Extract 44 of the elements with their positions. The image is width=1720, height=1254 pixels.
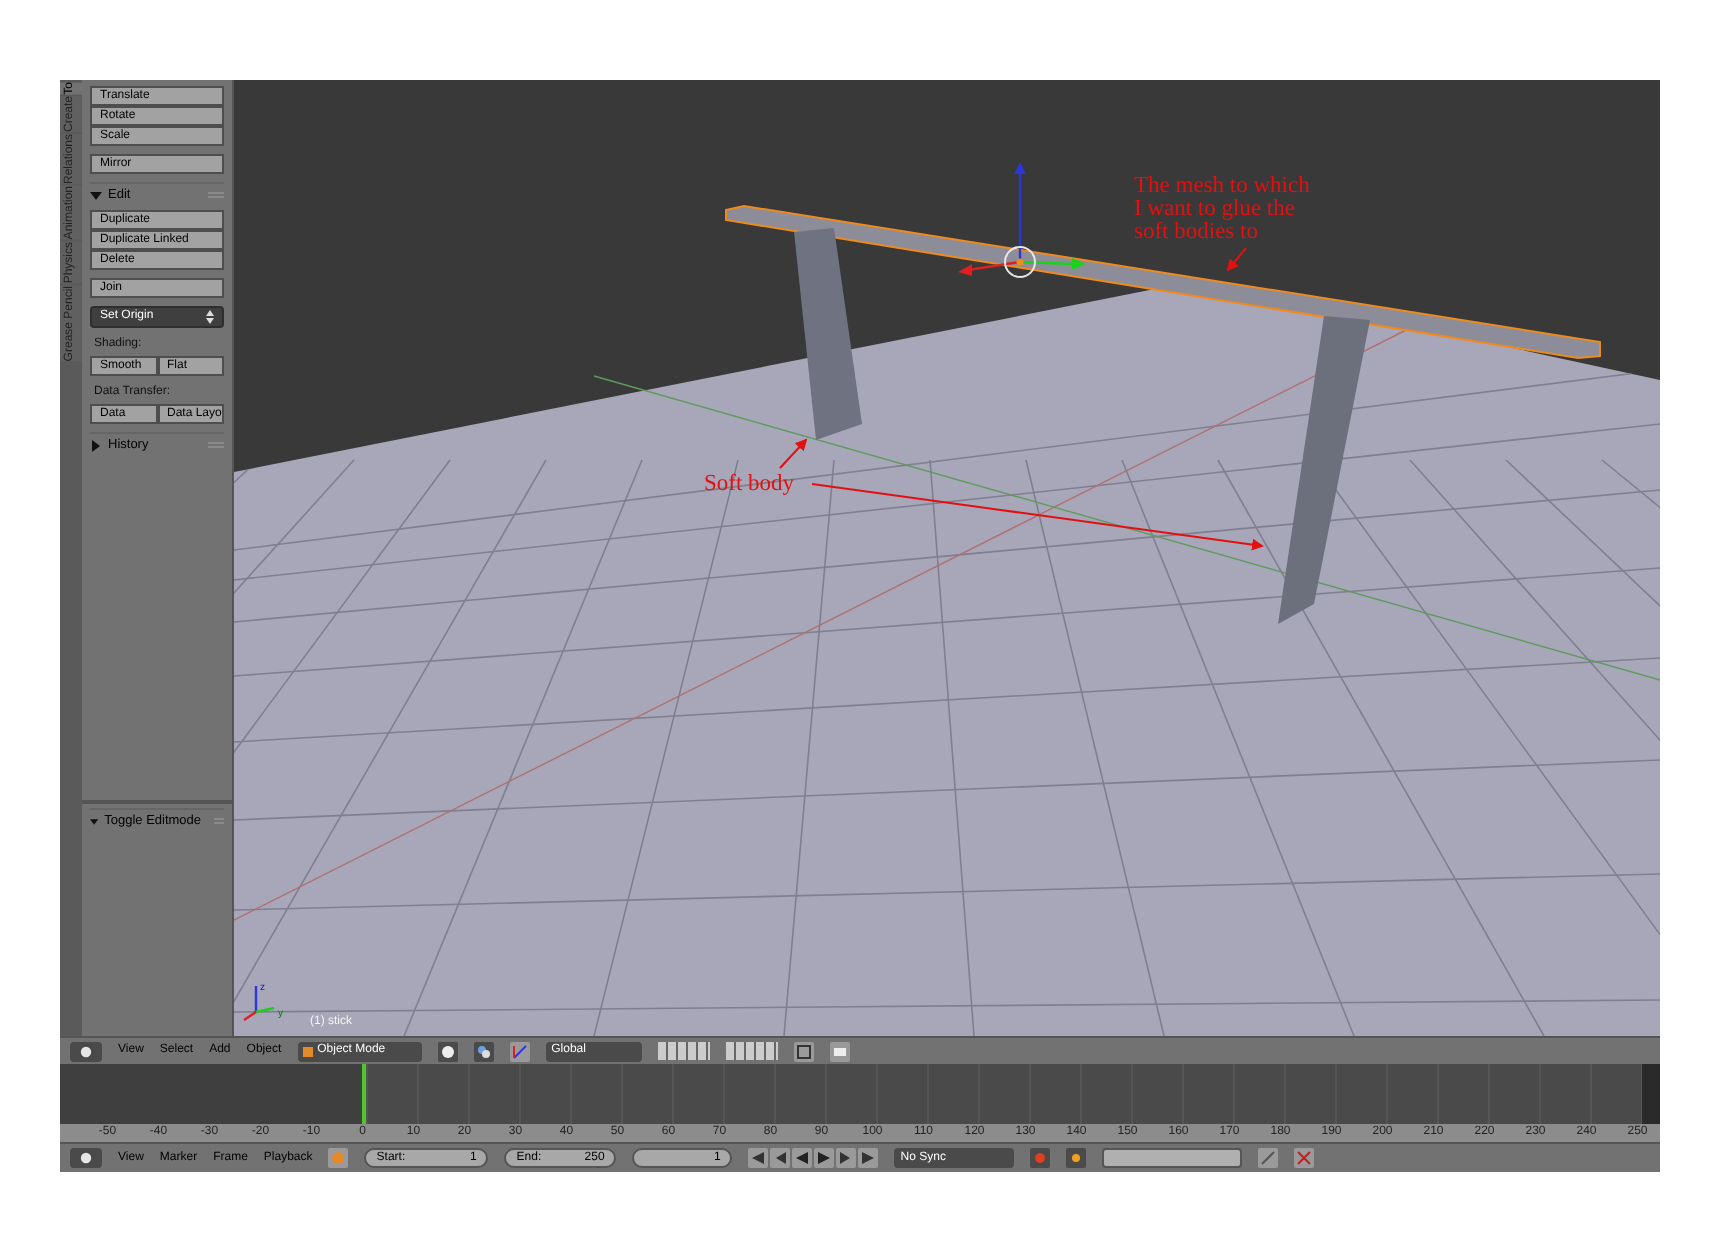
disclosure-triangle-icon[interactable] <box>90 439 102 451</box>
updown-arrows-icon <box>206 310 214 324</box>
transform-gizmo[interactable] <box>958 162 1086 278</box>
playback-button[interactable] <box>748 1148 769 1168</box>
delete-key-button[interactable] <box>1294 1148 1315 1168</box>
editor-type-button[interactable] <box>70 1148 102 1168</box>
insert-key-icon <box>1260 1150 1277 1166</box>
keying-button[interactable] <box>1066 1148 1087 1168</box>
manipulator-button[interactable] <box>509 1041 530 1061</box>
record-icon <box>1032 1150 1049 1166</box>
editor-type-button[interactable] <box>70 1041 102 1061</box>
layer-grid[interactable] <box>725 1042 778 1060</box>
annotation-arrow <box>779 438 808 469</box>
snap-icon <box>795 1043 812 1059</box>
axis-gizmo <box>243 986 275 1021</box>
record-button[interactable] <box>1030 1148 1051 1168</box>
keying-icon <box>1068 1150 1085 1166</box>
playback-button[interactable] <box>770 1148 791 1168</box>
editor-type-icon <box>80 1045 92 1057</box>
pivot-button[interactable] <box>473 1041 494 1061</box>
playback-button[interactable] <box>836 1148 857 1168</box>
playback-button[interactable] <box>858 1148 879 1168</box>
playback-button[interactable] <box>792 1148 813 1168</box>
disclosure-triangle-icon[interactable] <box>90 815 99 827</box>
render-icon <box>831 1043 848 1059</box>
timeline-after-end-region <box>1642 1064 1660 1124</box>
annotation-arrow <box>1226 247 1247 272</box>
keyframe-icon <box>330 1150 347 1166</box>
cube-icon <box>301 1045 314 1057</box>
render-button[interactable] <box>829 1041 850 1061</box>
annotation-text: Soft body <box>704 472 795 496</box>
shading-icon <box>439 1043 456 1059</box>
snap-button[interactable] <box>793 1041 814 1061</box>
disclosure-triangle-icon[interactable] <box>90 189 102 201</box>
keying-set-field[interactable] <box>1102 1148 1243 1168</box>
shading-button[interactable] <box>437 1041 458 1061</box>
delete-key-icon <box>1296 1150 1313 1166</box>
insert-key-button[interactable] <box>1258 1148 1279 1168</box>
annotation-text: The mesh to which I want to glue the soft bodies to <box>1134 174 1310 244</box>
playback-button[interactable] <box>814 1148 835 1168</box>
layer-grid[interactable] <box>657 1042 710 1060</box>
pivot-icon <box>475 1043 492 1059</box>
manipulator-icon <box>511 1043 528 1059</box>
editor-type-icon <box>80 1152 92 1164</box>
